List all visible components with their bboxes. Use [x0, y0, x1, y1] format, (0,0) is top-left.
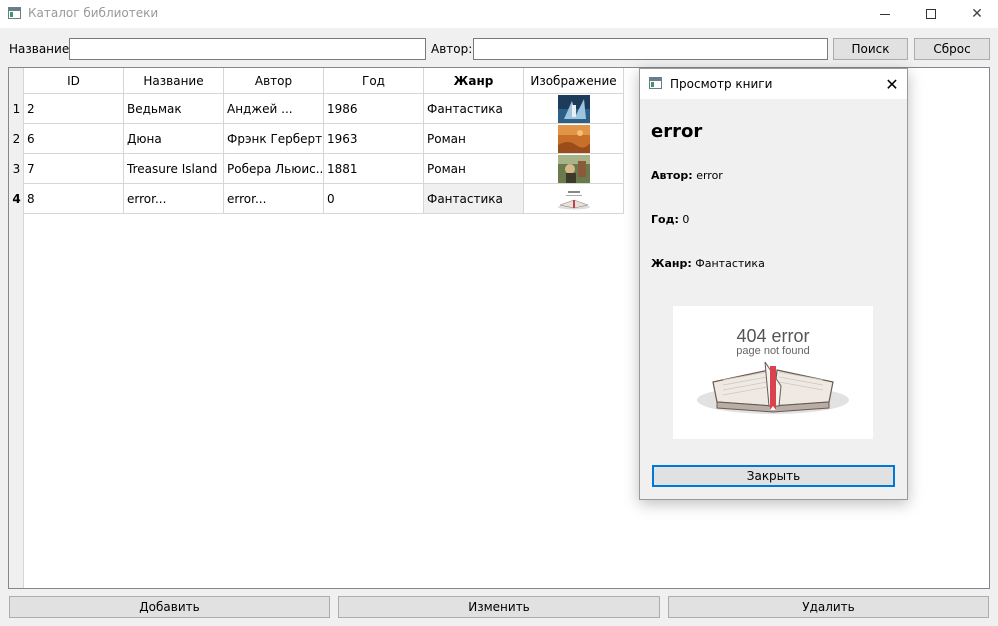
table-cell-id[interactable]: 8 — [24, 184, 124, 214]
row-number[interactable]: 2 — [9, 124, 24, 154]
column-header-image[interactable]: Изображение — [524, 68, 624, 94]
404-book-illustration: 404 error page not found — [673, 306, 873, 439]
column-header-genre[interactable]: Жанр — [424, 68, 524, 94]
table-cell-id[interactable]: 2 — [24, 94, 124, 124]
column-header-id[interactable]: ID — [24, 68, 124, 94]
row-number[interactable]: 3 — [9, 154, 24, 184]
genre-label: Жанр: — [651, 257, 692, 270]
table-cell-image[interactable] — [524, 184, 624, 214]
book-cover-image: 404 error page not found — [673, 306, 873, 439]
table-cell-year[interactable]: 0 — [324, 184, 424, 214]
author-label: Автор: — [651, 169, 693, 182]
delete-button[interactable]: Удалить — [668, 596, 989, 618]
book-year-field: Год: 0 — [651, 213, 689, 226]
book-genre-field: Жанр: Фантастика — [651, 257, 765, 270]
table-cell-id[interactable]: 6 — [24, 124, 124, 154]
reset-button[interactable]: Сброс — [914, 38, 990, 60]
add-button[interactable]: Добавить — [9, 596, 330, 618]
table-cell-name[interactable]: Дюна — [124, 124, 224, 154]
witcher-cover-thumbnail — [557, 94, 590, 123]
author-filter-input[interactable] — [473, 38, 828, 60]
row-number[interactable]: 1 — [9, 94, 24, 124]
dialog-close-button[interactable]: Закрыть — [652, 465, 895, 487]
table-cell-id[interactable]: 7 — [24, 154, 124, 184]
dune-cover-thumbnail — [557, 124, 590, 153]
image-error-title: 404 error — [736, 326, 809, 346]
minimize-button[interactable] — [862, 0, 908, 28]
table-cell-name[interactable]: Treasure Island — [124, 154, 224, 184]
dialog-close-x-button[interactable]: ✕ — [880, 73, 904, 95]
book-author-field: Автор: error — [651, 169, 723, 182]
column-header-author[interactable]: Автор — [224, 68, 324, 94]
table-cell-author[interactable]: error... — [224, 184, 324, 214]
table-cell-image[interactable] — [524, 154, 624, 184]
book-title-heading: error — [651, 121, 703, 142]
maximize-button[interactable] — [908, 0, 954, 28]
table-cell-author[interactable]: Робера Льюис... — [224, 154, 324, 184]
year-value: 0 — [682, 213, 690, 226]
app-window-icon — [8, 7, 21, 19]
name-filter-input[interactable] — [69, 38, 426, 60]
table-cell-author[interactable]: Анджей ... — [224, 94, 324, 124]
table-cell-image[interactable] — [524, 124, 624, 154]
column-header-name[interactable]: Название — [124, 68, 224, 94]
name-filter-label: Название: — [9, 42, 74, 56]
window-title: Каталог библиотеки — [28, 6, 159, 20]
search-button[interactable]: Поиск — [833, 38, 908, 60]
author-value: error — [696, 169, 723, 182]
table-cell-author[interactable]: Фрэнк Герберт — [224, 124, 324, 154]
year-label: Год: — [651, 213, 679, 226]
close-icon: ✕ — [971, 6, 983, 22]
treasure-island-cover-thumbnail — [557, 154, 590, 183]
minimize-icon — [880, 13, 890, 15]
table-cell-genre[interactable]: Роман — [424, 154, 524, 184]
table-cell-genre[interactable]: Роман — [424, 124, 524, 154]
column-header-year[interactable]: Год — [324, 68, 424, 94]
row-header-column: 1 2 3 4 — [9, 68, 24, 588]
dialog-title-bar: Просмотр книги ✕ — [640, 69, 907, 99]
table-cell-name[interactable]: error... — [124, 184, 224, 214]
maximize-icon — [926, 9, 936, 19]
row-number[interactable]: 4 — [9, 184, 24, 214]
genre-value: Фантастика — [695, 257, 765, 270]
table-cell-year[interactable]: 1986 — [324, 94, 424, 124]
table-cell-name[interactable]: Ведьмак — [124, 94, 224, 124]
dialog-window-icon — [649, 77, 662, 89]
title-bar: Каталог библиотеки ✕ — [0, 0, 998, 28]
table-cell-genre[interactable]: Фантастика — [424, 94, 524, 124]
close-icon: ✕ — [885, 74, 899, 94]
dialog-title: Просмотр книги — [670, 77, 773, 91]
author-filter-label: Автор: — [431, 42, 473, 56]
book-view-dialog[interactable]: Просмотр книги ✕ error Автор: error Год:… — [639, 68, 908, 500]
table-cell-year[interactable]: 1881 — [324, 154, 424, 184]
table-cell-image[interactable] — [524, 94, 624, 124]
edit-button[interactable]: Изменить — [338, 596, 660, 618]
close-window-button[interactable]: ✕ — [954, 0, 998, 28]
table-cell-year[interactable]: 1963 — [324, 124, 424, 154]
image-error-subtitle: page not found — [736, 345, 809, 357]
404-error-thumbnail — [553, 184, 594, 213]
table-cell-genre[interactable]: Фантастика — [424, 184, 524, 214]
